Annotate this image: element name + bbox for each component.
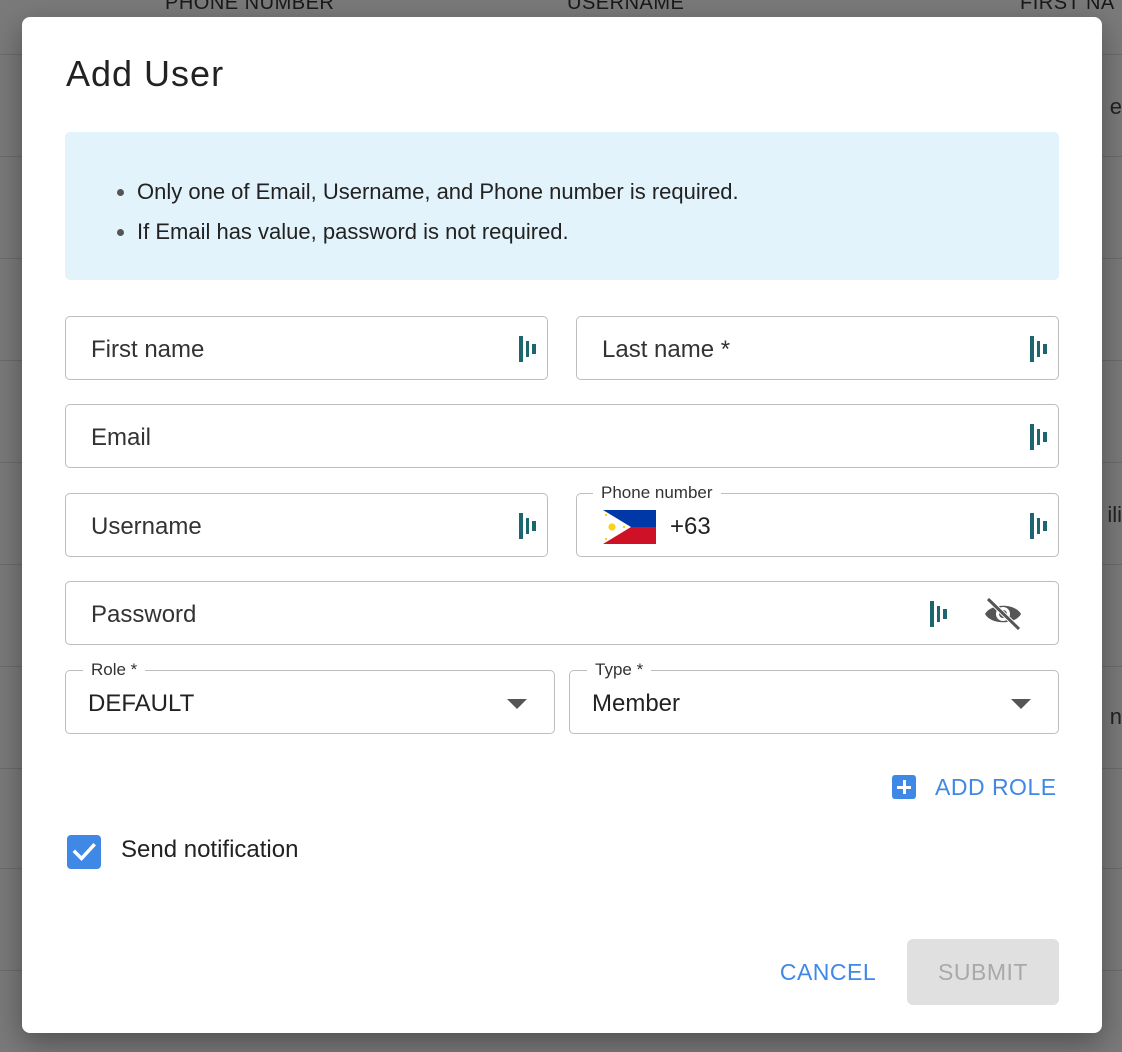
keypass-icon[interactable]: [1029, 513, 1049, 539]
password-placeholder: Password: [91, 601, 197, 628]
first-name-placeholder: First name: [91, 336, 205, 363]
type-value: Member: [592, 690, 681, 717]
keypass-icon[interactable]: [518, 513, 538, 539]
phone-number-label: Phone number: [593, 483, 721, 503]
visibility-off-icon[interactable]: [983, 596, 1023, 632]
first-name-field[interactable]: First name: [65, 316, 548, 380]
philippines-flag-icon[interactable]: [603, 510, 656, 544]
dialog-title: Add User: [66, 53, 225, 94]
add-role-button[interactable]: ADD ROLE: [892, 772, 1057, 802]
password-field[interactable]: Password: [65, 581, 1059, 645]
type-select[interactable]: Type * Member: [569, 660, 1059, 734]
info-box: Only one of Email, Username, and Phone n…: [65, 132, 1059, 280]
keypass-icon[interactable]: [1029, 336, 1049, 362]
send-notification-label[interactable]: Send notification: [121, 836, 298, 864]
info-note: If Email has value, password is not requ…: [137, 212, 739, 252]
chevron-down-icon: [1011, 699, 1031, 709]
last-name-placeholder: Last name *: [602, 336, 731, 363]
info-list: Only one of Email, Username, and Phone n…: [65, 172, 739, 252]
keypass-icon[interactable]: [518, 336, 538, 362]
keypass-icon[interactable]: [1029, 424, 1049, 450]
country-code: +63: [670, 513, 711, 540]
role-value: DEFAULT: [88, 690, 195, 717]
phone-number-field[interactable]: Phone number +63: [576, 483, 1059, 557]
last-name-field[interactable]: Last name *: [576, 316, 1059, 380]
add-user-dialog: Add User Only one of Email, Username, an…: [22, 17, 1102, 1033]
send-notification-checkbox[interactable]: [67, 835, 101, 869]
add-box-icon: [892, 775, 916, 799]
chevron-down-icon: [507, 699, 527, 709]
type-label: Type *: [587, 660, 652, 680]
submit-button[interactable]: SUBMIT: [907, 939, 1059, 1005]
info-note: Only one of Email, Username, and Phone n…: [137, 172, 739, 212]
username-field[interactable]: Username: [65, 493, 548, 557]
keypass-icon[interactable]: [929, 601, 949, 627]
add-role-label: ADD ROLE: [935, 773, 1057, 800]
cancel-button[interactable]: CANCEL: [762, 939, 894, 1005]
checkmark-icon: [72, 843, 96, 862]
username-placeholder: Username: [91, 513, 202, 540]
email-placeholder: Email: [91, 424, 152, 451]
email-field[interactable]: Email: [65, 404, 1059, 468]
role-label: Role *: [83, 660, 146, 680]
role-select[interactable]: Role * DEFAULT: [65, 660, 555, 734]
